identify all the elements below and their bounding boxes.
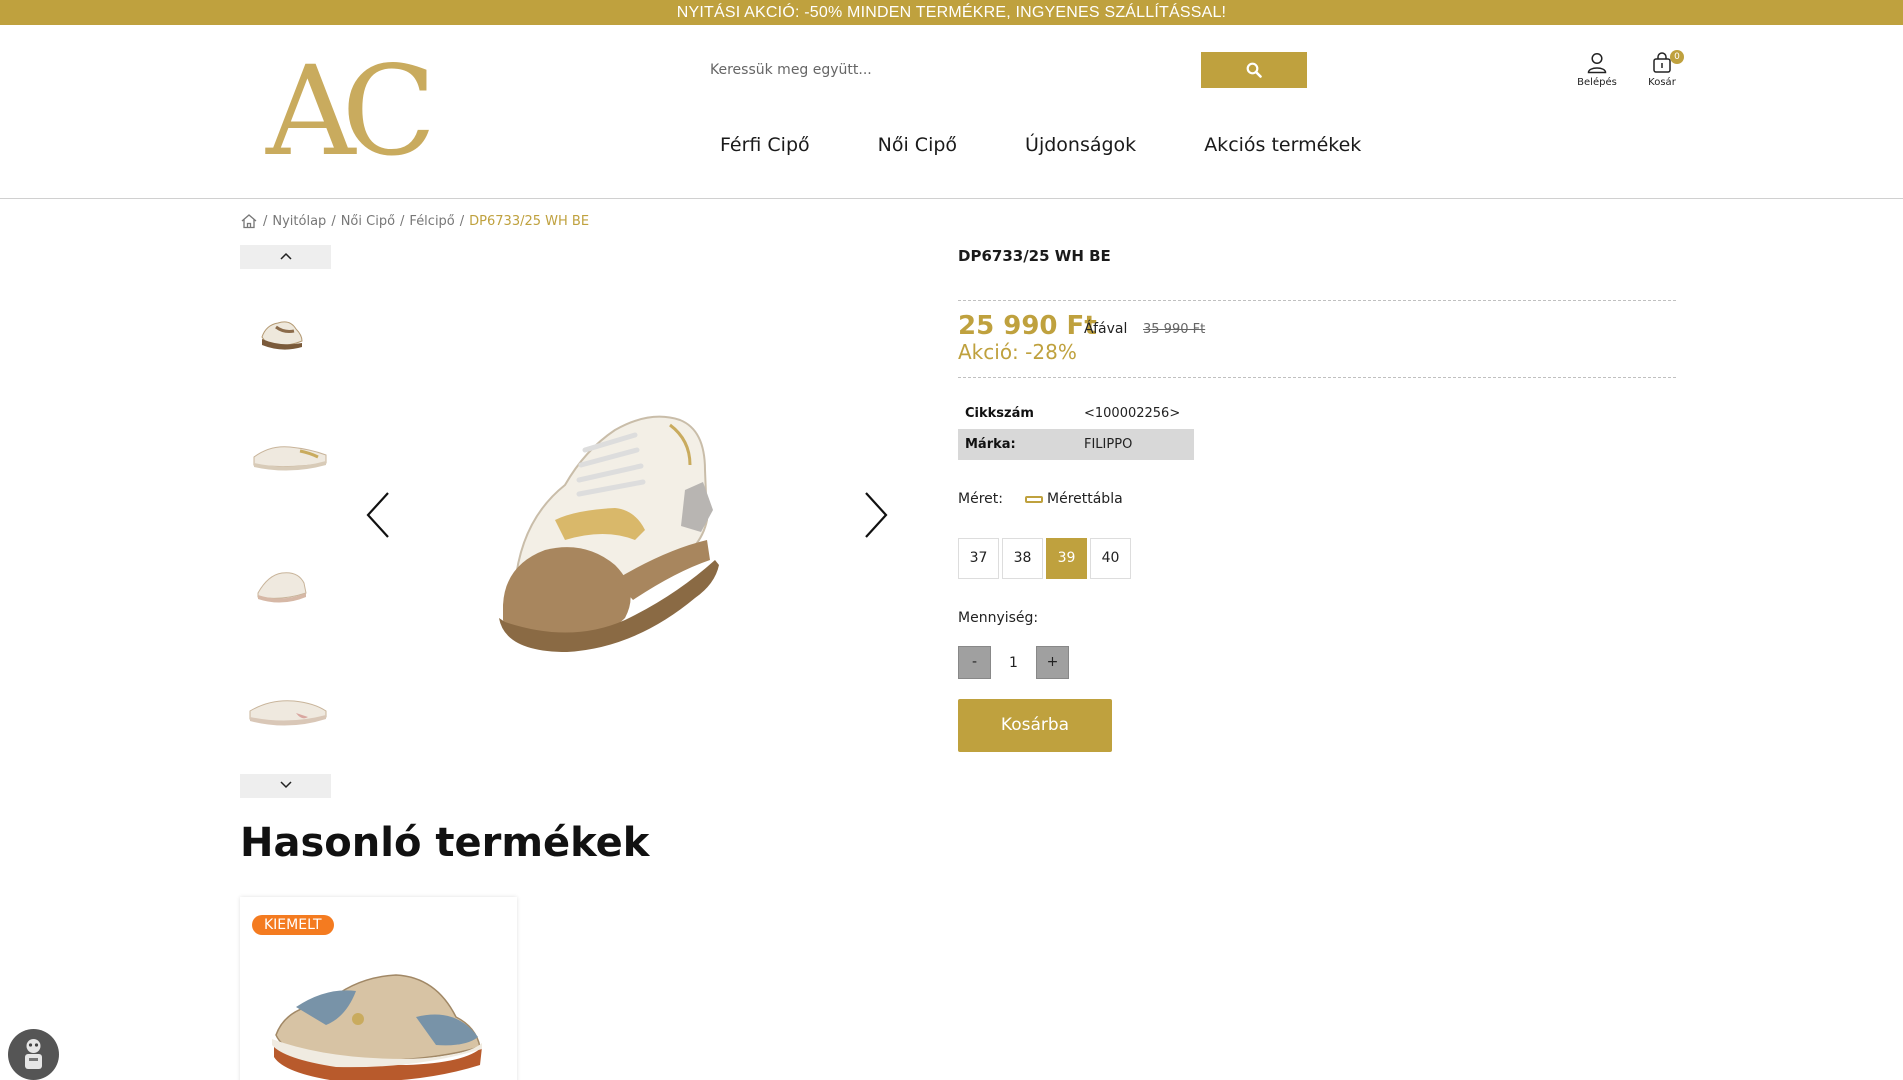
cart-label: Kosár xyxy=(1648,77,1676,88)
thumbnail-4[interactable] xyxy=(240,647,331,773)
search-button[interactable] xyxy=(1201,52,1307,88)
chevron-right-icon xyxy=(865,492,888,538)
spec-row-brand: Márka: FILIPPO xyxy=(958,429,1194,460)
divider xyxy=(958,300,1676,301)
robot-icon xyxy=(25,1039,42,1069)
thumbnail-1[interactable] xyxy=(240,269,331,395)
cart-link[interactable]: 0 Kosár xyxy=(1632,50,1692,88)
breadcrumb-item-noi-cipo[interactable]: Női Cipő xyxy=(341,214,395,229)
ruler-icon xyxy=(1025,495,1043,503)
user-icon xyxy=(1587,52,1607,74)
promo-bar: NYITÁSI AKCIÓ: -50% MINDEN TERMÉKRE, ING… xyxy=(0,0,1903,25)
product-card-image xyxy=(272,974,482,1080)
logo-text: AC xyxy=(266,40,436,184)
size-chart-link[interactable]: Mérettábla xyxy=(1025,491,1123,507)
product-main-image[interactable] xyxy=(475,390,765,660)
chevron-left-icon xyxy=(366,492,389,538)
thumbnail-strip xyxy=(240,245,331,798)
nav-item-ujdonsagok[interactable]: Újdonságok xyxy=(1025,125,1136,165)
quantity-label: Mennyiség: xyxy=(958,610,1039,626)
size-label: Méret: xyxy=(958,491,1003,507)
thumb-scroll-up-button[interactable] xyxy=(240,245,331,269)
spec-value: <100002256> xyxy=(1084,406,1181,421)
account-label: Belépés xyxy=(1577,77,1617,88)
search-icon xyxy=(1246,62,1262,78)
spec-key: Cikkszám xyxy=(965,406,1034,421)
product-price: 25 990 Ft xyxy=(958,311,1097,341)
add-to-cart-button[interactable]: Kosárba xyxy=(958,699,1112,752)
breadcrumb-separator: / xyxy=(263,213,268,229)
size-option-38[interactable]: 38 xyxy=(1002,538,1043,579)
shoe-thumbnail-image xyxy=(253,446,327,471)
gallery-next-button[interactable] xyxy=(860,490,890,540)
vat-label: Áfával xyxy=(1084,321,1128,337)
quantity-stepper: - 1 + xyxy=(958,646,1069,679)
search-input[interactable] xyxy=(700,52,1200,88)
breadcrumb-separator: / xyxy=(459,213,465,229)
search-bar xyxy=(700,52,1308,88)
similar-products-title: Hasonló termékek xyxy=(240,820,650,866)
thumbnail-3[interactable] xyxy=(240,521,331,647)
breadcrumb-item-home[interactable]: Nyitólap xyxy=(272,214,326,229)
product-title: DP6733/25 WH BE xyxy=(958,247,1111,265)
chevron-down-icon xyxy=(280,781,292,789)
breadcrumb-separator: / xyxy=(400,213,405,229)
size-option-37[interactable]: 37 xyxy=(958,538,999,579)
cart-count-badge: 0 xyxy=(1670,50,1684,64)
spec-value: FILIPPO xyxy=(1084,437,1133,452)
shoe-thumbnail-image xyxy=(261,321,303,350)
shopping-bag-icon xyxy=(1653,52,1671,73)
spec-row-sku: Cikkszám <100002256> xyxy=(958,398,1194,429)
home-icon[interactable] xyxy=(240,213,258,229)
breadcrumb-item-felcipo[interactable]: Félcipő xyxy=(409,214,454,229)
thumb-scroll-down-button[interactable] xyxy=(240,774,331,798)
thumbnail-2[interactable] xyxy=(240,395,331,521)
nav-item-akcios-termekek[interactable]: Akciós termékek xyxy=(1204,125,1361,165)
breadcrumb-separator: / xyxy=(331,213,336,229)
shoe-thumbnail-image xyxy=(249,700,327,726)
account-link[interactable]: Belépés xyxy=(1567,52,1627,88)
nav-item-ferfi-cipo[interactable]: Férfi Cipő xyxy=(720,125,810,165)
site-header: AC Belépés 0 Kosár Férfi Cipő Női Cipő Ú… xyxy=(0,25,1903,199)
quantity-increase-button[interactable]: + xyxy=(1036,646,1069,679)
sale-label: Akció: -28% xyxy=(958,340,1077,364)
old-price: 35 990 Ft xyxy=(1143,322,1206,337)
divider xyxy=(958,377,1676,378)
main-nav: Férfi Cipő Női Cipő Újdonságok Akciós te… xyxy=(720,125,1429,165)
chat-assistant-button[interactable] xyxy=(8,1029,59,1080)
featured-badge: KIEMELT xyxy=(252,915,334,935)
gallery-prev-button[interactable] xyxy=(364,490,394,540)
quantity-input[interactable]: 1 xyxy=(991,655,1036,671)
chevron-up-icon xyxy=(280,252,292,260)
quantity-decrease-button[interactable]: - xyxy=(958,646,991,679)
site-logo[interactable]: AC xyxy=(266,40,436,184)
size-option-39[interactable]: 39 xyxy=(1046,538,1087,579)
spec-key: Márka: xyxy=(965,437,1016,452)
size-options: 37 38 39 40 xyxy=(958,538,1134,579)
size-chart-label: Mérettábla xyxy=(1047,491,1123,507)
product-card[interactable]: KIEMELT xyxy=(240,897,517,1080)
breadcrumb: / Nyitólap / Női Cipő / Félcipő / DP6733… xyxy=(240,213,589,229)
breadcrumb-current: DP6733/25 WH BE xyxy=(469,213,590,229)
shoe-thumbnail-image xyxy=(257,572,307,603)
product-image-gallery xyxy=(350,245,905,795)
size-option-40[interactable]: 40 xyxy=(1090,538,1131,579)
nav-item-noi-cipo[interactable]: Női Cipő xyxy=(878,125,957,165)
